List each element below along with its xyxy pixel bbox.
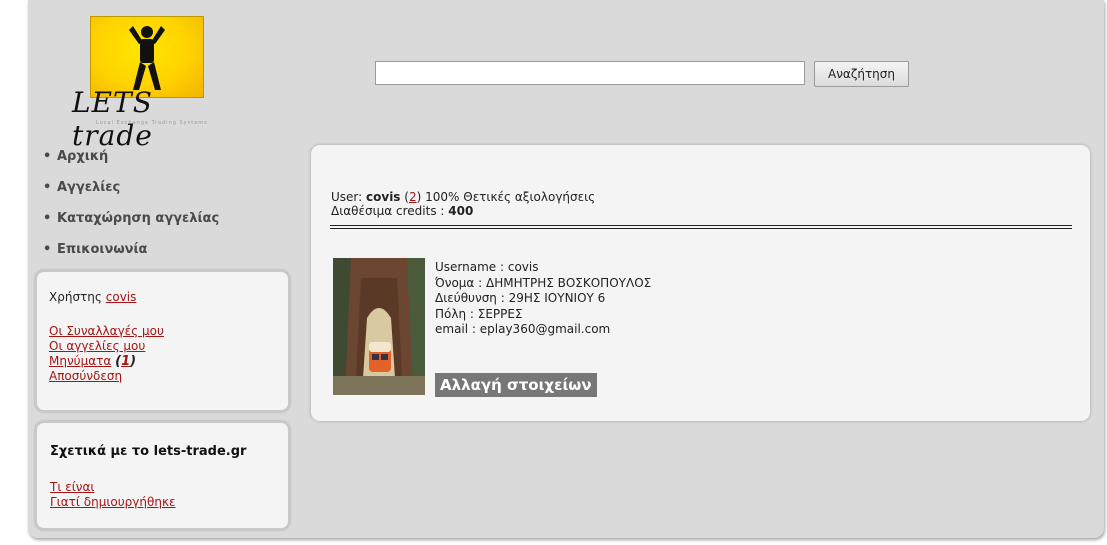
messages-link[interactable]: Μηνύματα xyxy=(49,354,111,368)
ratings-close: ) xyxy=(416,190,422,204)
bullet: • xyxy=(43,180,52,195)
about-title: Σχετικά με το lets-trade.gr xyxy=(50,444,247,459)
detail-address: Διεύθυνση : 29ΗΣ ΙΟΥΝΙΟΥ 6 xyxy=(435,291,606,305)
credits-line: Διαθέσιμα credits : 400 xyxy=(331,204,473,219)
user-label: User: xyxy=(331,190,363,204)
messages-line: Μηνύματα (1) xyxy=(49,354,288,369)
nav-item-ads[interactable]: • Αγγελίες xyxy=(43,174,293,205)
credits-label: Διαθέσιμα credits : xyxy=(331,204,445,218)
user-prefix: Χρήστης xyxy=(49,290,102,304)
main-nav: • Αρχική • Αγγελίες • Καταχώρηση αγγελίας •… xyxy=(43,143,293,267)
ratings-count-link[interactable]: 2 xyxy=(409,190,417,204)
profile-photo xyxy=(333,258,425,395)
search-input[interactable] xyxy=(375,61,805,85)
profile-user-line: User: covis (2) 100% Θετικές αξιολογήσει… xyxy=(331,190,595,204)
ratings-text: 100% Θετικές αξιολογήσεις xyxy=(425,190,596,204)
username-link[interactable]: covis xyxy=(106,290,137,304)
detail-name: Όνομα : ΔΗΜΗΤΡΗΣ ΒΟΣΚΟΠΟΥΛΟΣ xyxy=(435,275,652,290)
detail-city: Πόλη : ΣΕΡΡΕΣ xyxy=(435,306,523,321)
detail-username: Username : covis xyxy=(435,260,539,274)
logout-link[interactable]: Αποσύνδεση xyxy=(49,369,122,383)
profile-details: Username : covis Όνομα : ΔΗΜΗΤΡΗΣ ΒΟΣΚΟΠ… xyxy=(435,260,651,338)
nav-item-post-ad[interactable]: • Καταχώρηση αγγελίας xyxy=(43,205,293,236)
nav-item-label: Επικοινωνία xyxy=(57,242,148,257)
profile-username: covis xyxy=(366,190,401,204)
logo-tagline: Local Exchange Trading Systems xyxy=(96,120,208,126)
person-figure-icon xyxy=(129,26,165,90)
what-is-link[interactable]: Τι είναι xyxy=(50,480,94,494)
user-box: Χρήστης covis Οι Συναλλαγές μου Οι αγγελ… xyxy=(35,270,290,412)
edit-profile-button[interactable]: Αλλαγή στοιχείων xyxy=(435,373,597,397)
user-line: Χρήστης covis xyxy=(49,290,288,305)
nav-item-label: Καταχώρηση αγγελίας xyxy=(57,211,220,226)
nav-item-contact[interactable]: • Επικοινωνία xyxy=(43,236,293,267)
bullet: • xyxy=(43,149,52,164)
bullet: • xyxy=(43,242,52,257)
credits-value: 400 xyxy=(448,204,474,218)
my-ads-link[interactable]: Οι αγγελίες μου xyxy=(49,339,145,353)
messages-count-link[interactable]: 1 xyxy=(121,354,130,369)
why-created-link[interactable]: Γιατί δημιουργήθηκε xyxy=(50,495,176,509)
divider xyxy=(330,225,1072,229)
nav-item-label: Αρχική xyxy=(57,149,109,164)
site-logo[interactable]: LETS trade Local Exchange Trading System… xyxy=(60,14,240,152)
nav-item-home[interactable]: • Αρχική xyxy=(43,143,293,174)
profile-panel: User: covis (2) 100% Θετικές αξιολογήσει… xyxy=(311,145,1090,421)
bullet: • xyxy=(43,211,52,226)
messages-count: (1) xyxy=(115,354,137,369)
search-button[interactable]: Αναζήτηση xyxy=(814,61,909,87)
about-box: Σχετικά με το lets-trade.gr Τι είναι Για… xyxy=(35,421,290,530)
my-transactions-link[interactable]: Οι Συναλλαγές μου xyxy=(49,324,164,338)
nav-item-label: Αγγελίες xyxy=(57,180,121,195)
detail-email: email : eplay360@gmail.com xyxy=(435,322,611,336)
